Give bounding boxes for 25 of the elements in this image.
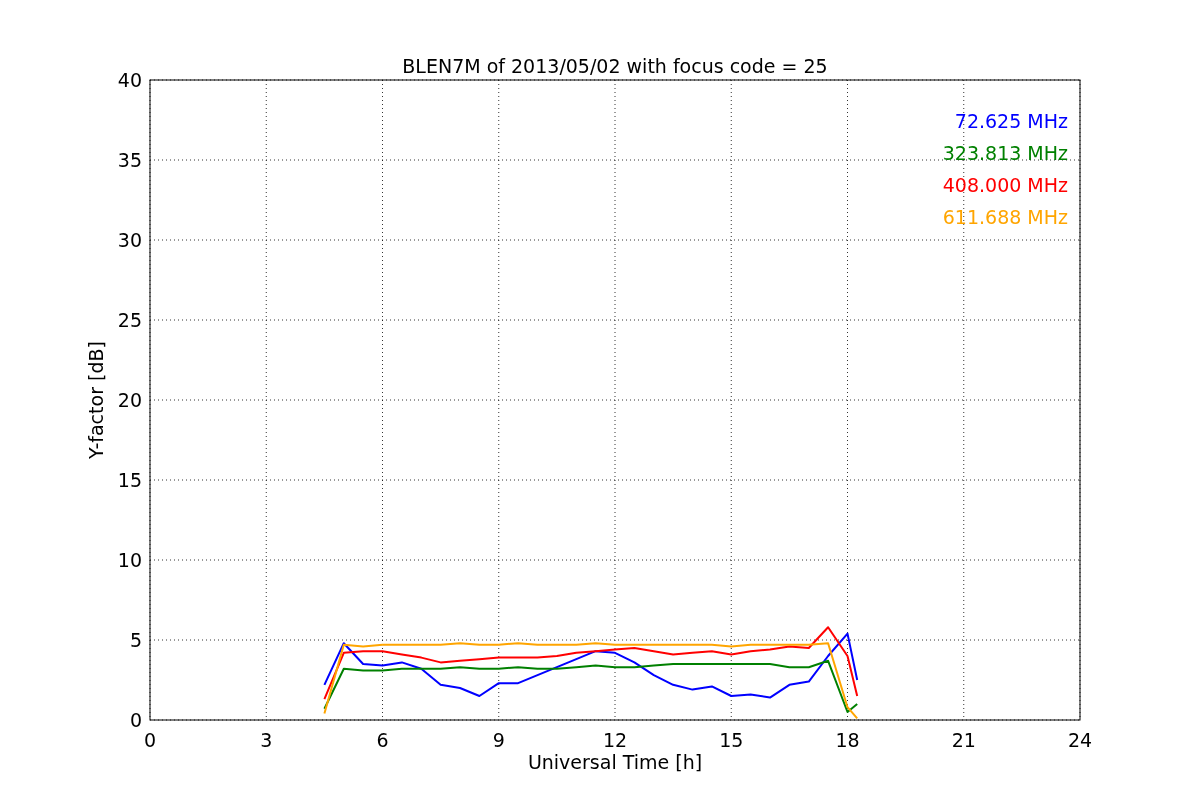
legend-label: 611.688 MHz: [942, 206, 1068, 228]
y-tick-label: 20: [117, 389, 142, 411]
y-tick-label: 10: [117, 549, 142, 571]
x-tick-label: 12: [602, 729, 628, 751]
y-tick-label: 5: [129, 629, 142, 651]
x-tick-label: 6: [376, 729, 389, 751]
x-axis-label: Universal Time [h]: [527, 751, 703, 773]
legend-label: 323.813 MHz: [942, 142, 1068, 164]
y-tick-label: 30: [117, 229, 142, 251]
chart-title: BLEN7M of 2013/05/02 with focus code = 25: [402, 55, 828, 77]
x-tick-label: 18: [835, 729, 860, 751]
y-tick-label: 35: [117, 149, 142, 171]
x-tick-label: 24: [1067, 729, 1093, 751]
x-tick-label: 0: [143, 729, 157, 751]
x-tick-label: 3: [260, 729, 273, 751]
y-tick-label: 15: [117, 469, 142, 491]
y-tick-label: 40: [117, 69, 142, 91]
x-tick-label: 9: [492, 729, 505, 751]
y-tick-label: 0: [129, 709, 142, 731]
legend-label: 72.625 MHz: [954, 110, 1068, 132]
x-tick-label: 21: [951, 729, 976, 751]
y-axis-label: Y-factor [dB]: [85, 341, 107, 459]
legend-label: 408.000 MHz: [942, 174, 1068, 196]
x-tick-label: 15: [719, 729, 744, 751]
y-tick-label: 25: [117, 309, 142, 331]
